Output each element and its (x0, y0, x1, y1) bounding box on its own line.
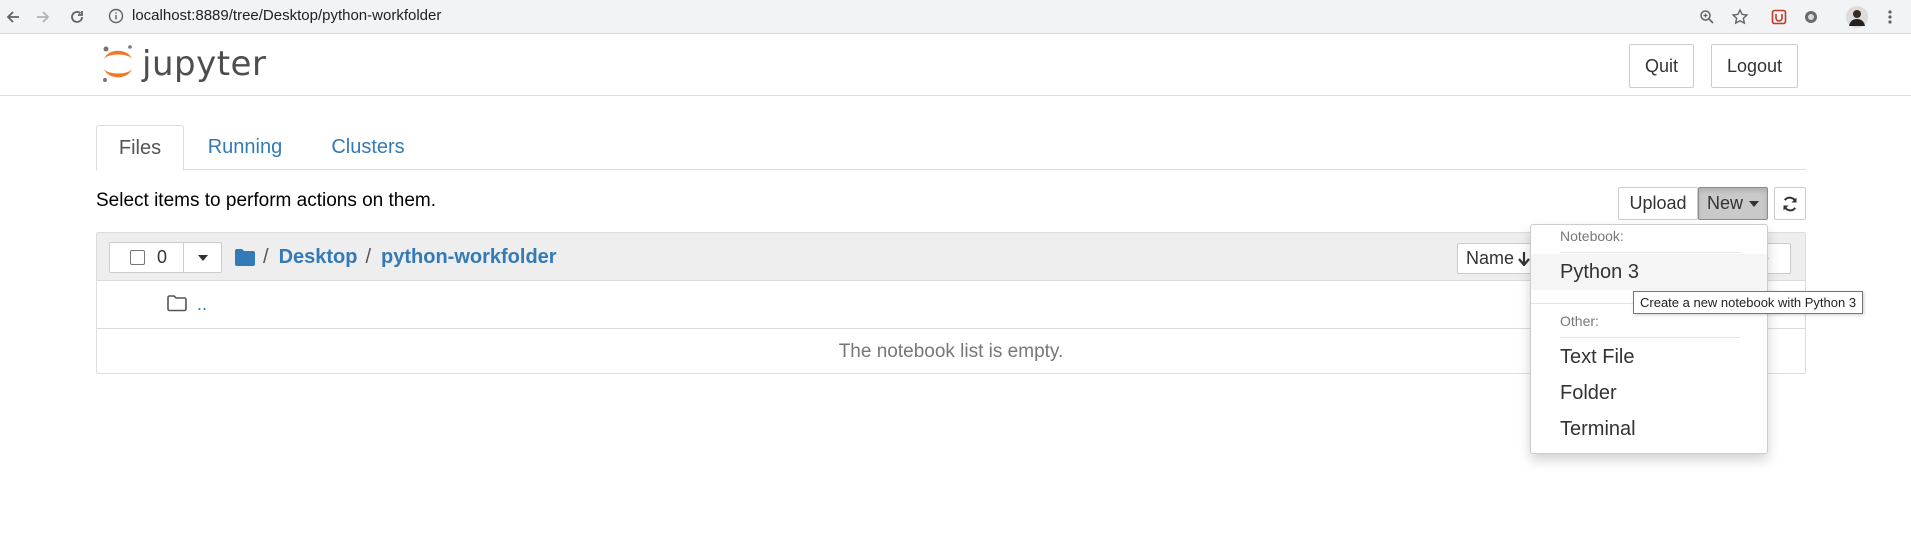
notebook-section-header: Notebook: (1560, 228, 1624, 244)
section-rule (1560, 337, 1740, 338)
zoom-icon[interactable] (1697, 7, 1717, 27)
caret-down-icon (1749, 200, 1759, 207)
menu-item-terminal[interactable]: Terminal (1560, 418, 1636, 441)
new-dropdown-menu: Notebook: Python 3 Other: Text File Fold… (1530, 224, 1768, 454)
logo-text: jupyter (142, 44, 267, 84)
refresh-button[interactable] (1774, 187, 1806, 220)
browser-toolbar: localhost:8889/tree/Desktop/python-workf… (0, 0, 1911, 34)
menu-dots-icon[interactable] (1880, 7, 1900, 27)
address-text[interactable]: localhost:8889/tree/Desktop/python-workf… (132, 7, 441, 24)
extension-circle-icon[interactable] (1801, 7, 1821, 27)
breadcrumb-separator: / (263, 245, 269, 268)
quit-button[interactable]: Quit (1629, 44, 1694, 88)
site-info-icon[interactable] (108, 8, 124, 29)
breadcrumb-desktop[interactable]: Desktop (279, 246, 358, 269)
sort-name-label: Name (1466, 248, 1515, 268)
section-rule (1560, 252, 1740, 253)
reload-icon[interactable] (66, 6, 88, 28)
tab-running[interactable]: Running (196, 125, 294, 170)
menu-item-folder[interactable]: Folder (1560, 382, 1617, 405)
caret-down-icon (197, 254, 208, 261)
select-all-control[interactable]: 0 (109, 242, 184, 273)
select-all-group: 0 (109, 242, 222, 273)
jupyter-logo-icon (103, 45, 132, 82)
breadcrumb: / Desktop / python-workfolder (235, 244, 557, 270)
main-tabs: Files Running Clusters (96, 125, 1806, 171)
back-icon[interactable] (2, 6, 24, 28)
menu-item-python3[interactable]: Python 3 (1560, 261, 1639, 284)
tooltip: Create a new notebook with Python 3 (1633, 291, 1864, 314)
refresh-icon (1783, 196, 1797, 211)
tab-files[interactable]: Files (96, 125, 184, 171)
new-button[interactable]: New (1698, 187, 1768, 220)
upload-button[interactable]: Upload (1618, 187, 1698, 220)
breadcrumb-separator: / (365, 245, 372, 268)
folder-icon (167, 295, 187, 312)
folder-home-icon[interactable] (235, 248, 255, 266)
forward-icon[interactable] (32, 6, 54, 28)
extension-icon[interactable] (1769, 7, 1789, 27)
profile-avatar[interactable] (1845, 5, 1869, 29)
parent-directory-link[interactable]: .. (197, 294, 207, 315)
selected-count: 0 (157, 247, 168, 267)
select-all-checkbox[interactable] (130, 250, 145, 265)
jupyter-logo[interactable]: jupyter (100, 43, 266, 85)
other-section-header: Other: (1560, 313, 1599, 329)
tab-clusters[interactable]: Clusters (320, 125, 416, 170)
arrow-down-icon (1518, 251, 1530, 266)
bookmark-star-icon[interactable] (1730, 7, 1750, 27)
new-button-label: New (1706, 193, 1743, 213)
menu-item-text-file[interactable]: Text File (1560, 346, 1634, 369)
select-menu-button[interactable] (184, 242, 222, 273)
jupyter-header: jupyter Quit Logout (0, 35, 1911, 96)
breadcrumb-python-workfolder[interactable]: python-workfolder (381, 246, 557, 269)
logout-button[interactable]: Logout (1711, 44, 1798, 88)
sort-by-name-button[interactable]: Name (1457, 243, 1537, 274)
selection-hint: Select items to perform actions on them. (96, 190, 437, 211)
